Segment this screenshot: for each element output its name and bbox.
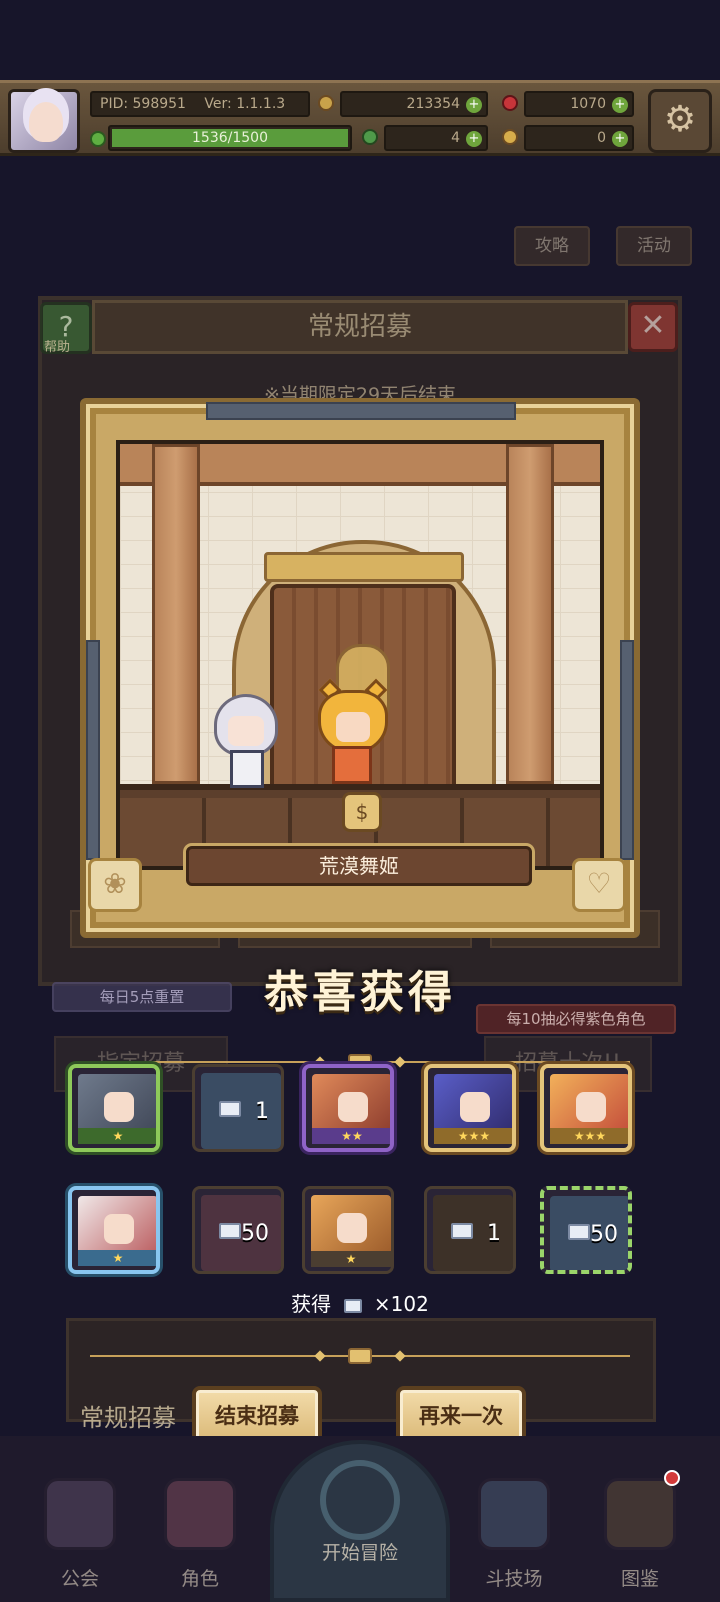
ticket-icon [451,1223,473,1239]
player-id-box: PID: 598951 Ver: 1.1.1.3 [90,91,310,117]
ticket-card-art: 50 [550,1196,628,1270]
left-pillar [152,444,200,784]
character-face [104,1092,134,1122]
right-pillar [506,444,554,784]
ticket-icon [568,1224,590,1240]
character-face [460,1092,490,1122]
ticket-gain-summary: 获得 ×102 [0,1288,720,1317]
rarity-stars: ★ [78,1250,156,1266]
codex-book-icon [604,1478,676,1550]
cat-girl-sprite [318,678,388,786]
clover-icon [362,129,378,145]
gain-amount: ×102 [373,1292,429,1316]
character-reward-card[interactable]: ★ [302,1186,394,1274]
nav-characters: 角色 [156,1464,244,1594]
start-adventure-label: 开始冒险 [321,1542,398,1564]
close-icon: ✕ [628,302,678,352]
recruit-dialog-title: 常规招募 [92,300,628,354]
event-button: 活动 [616,226,692,266]
key-value: 0 [597,130,606,146]
character-face [104,1214,134,1244]
nav-characters-label: 角色 [180,1568,219,1590]
game-version: Ver: 1.1.1.3 [204,96,286,112]
top-status-bar: PID: 598951 Ver: 1.1.1.3 213354 + 1070 +… [0,80,720,156]
coin-icon: $ [342,792,382,832]
gold-value: 213354 [406,96,460,112]
gold-coin-icon [318,95,334,111]
ticket-icon [219,1223,241,1239]
crossed-swords-icon [478,1478,550,1550]
magnifier-icon [320,1460,400,1540]
ticket-card-art: 1 [433,1195,513,1271]
bottom-banner-label: 常规招募 [80,1404,176,1432]
character-reward-card[interactable]: ★★★ [424,1064,516,1152]
guild-icon [44,1478,116,1550]
ticket-card-art: 1 [201,1073,281,1149]
door-trim [264,552,464,582]
ticket-reward-card[interactable]: 50 [540,1186,632,1274]
stamina-leaf-icon [90,131,106,147]
frame-left-strip [86,640,100,860]
character-portrait [311,1195,391,1259]
stamina-bar: 1536/1500 [108,125,352,151]
notification-badge [664,1470,680,1486]
nav-arena: 斗技场 [470,1464,558,1594]
settings-gear-icon[interactable]: ⚙ [648,89,712,153]
nav-arena-label: 斗技场 [485,1568,543,1590]
nav-codex-label: 图鉴 [620,1568,659,1590]
character-icon [164,1478,236,1550]
ticket-icon [219,1101,241,1117]
player-avatar[interactable] [8,89,80,153]
rarity-stars: ★ [78,1128,156,1144]
rarity-stars: ★★ [312,1128,390,1144]
character-reward-card[interactable]: ★★ [302,1064,394,1152]
nav-guild: 公会 [36,1464,124,1594]
ticket-quantity: 50 [241,1221,269,1246]
stamina-value: 1536/1500 [192,130,268,146]
ticket-quantity: 50 [590,1222,618,1247]
frame-top-strip [206,402,516,420]
ticket-card-art: 50 [201,1195,281,1271]
character-face [338,1092,368,1122]
add-clover-button[interactable]: + [466,131,482,147]
add-keys-button[interactable]: + [612,131,628,147]
clover-value: 4 [451,130,460,146]
ticket-reward-card[interactable]: 1 [192,1064,284,1152]
key-icon [502,129,518,145]
paw-icon: ❀ [88,858,142,912]
guide-button: 攻略 [514,226,590,266]
ticket-quantity: 1 [255,1099,269,1124]
ticket-quantity: 1 [487,1221,501,1246]
ruby-icon [502,95,518,111]
banner-name-plate: 荒漠舞姬 [186,846,532,886]
ticket-reward-card[interactable]: 50 [192,1186,284,1274]
gem-value: 1070 [570,96,606,112]
character-face [576,1092,606,1122]
gain-label: 获得 [291,1292,332,1316]
help-label: 帮助 [44,340,71,355]
heart-icon: ♡ [572,858,626,912]
frame-right-strip [620,640,634,860]
player-id: PID: 598951 [100,96,186,112]
white-haired-girl-sprite [212,694,282,790]
character-reward-card[interactable]: ★ [68,1186,160,1274]
bottom-ornament-divider [90,1348,630,1364]
add-gold-button[interactable]: + [466,97,482,113]
ticket-icon [343,1298,362,1313]
character-reward-card[interactable]: ★ [68,1064,160,1152]
character-face [337,1213,367,1243]
rarity-stars: ★★★ [550,1128,628,1144]
rarity-stars: ★★★ [434,1128,512,1144]
rarity-stars: ★ [311,1251,391,1267]
nav-guild-label: 公会 [60,1568,99,1590]
congratulations-title: 恭喜获得 [264,967,456,1018]
add-gems-button[interactable]: + [612,97,628,113]
character-reward-card[interactable]: ★★★ [540,1064,632,1152]
ticket-reward-card[interactable]: 1 [424,1186,516,1274]
recruit-scene: $ [116,440,604,870]
